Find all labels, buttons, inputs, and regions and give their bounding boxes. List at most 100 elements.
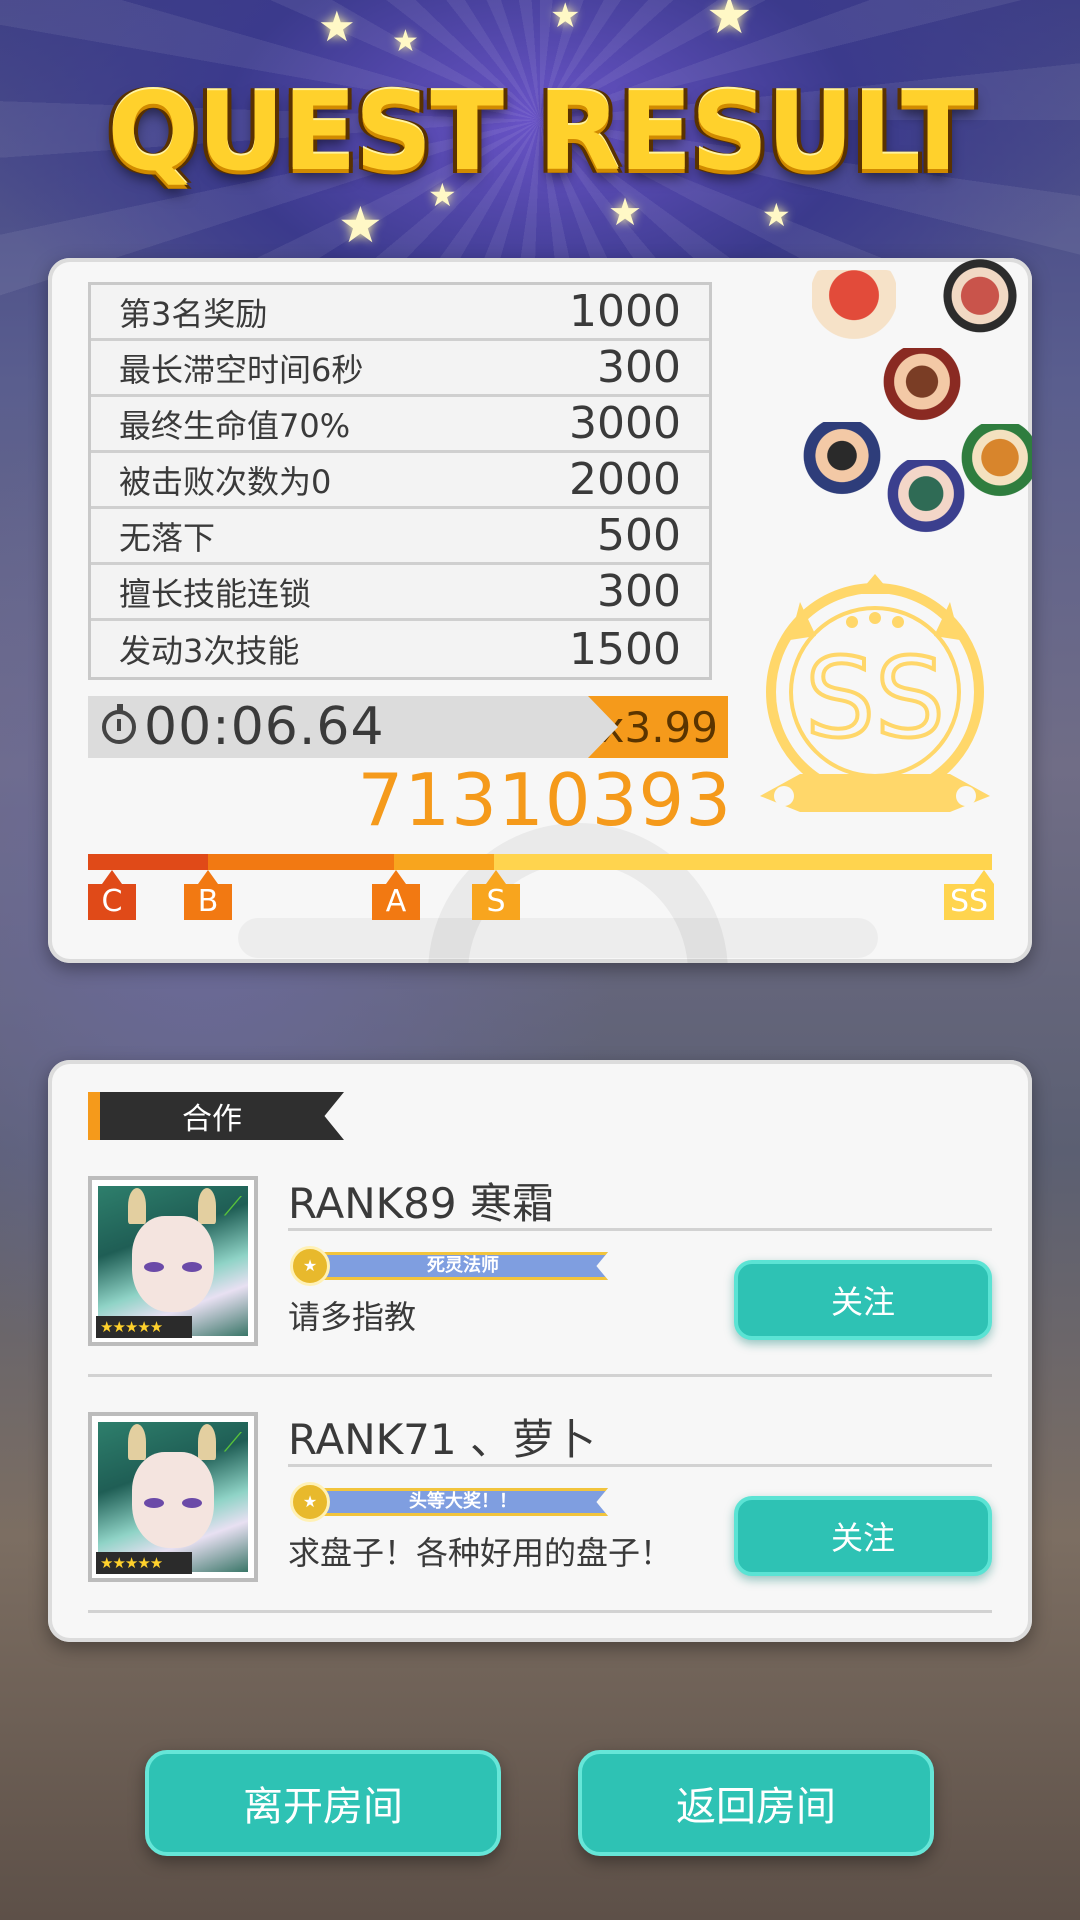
coop-section-header: 合作 <box>88 1092 344 1140</box>
bonus-label: 发动3次技能 <box>119 632 300 670</box>
star-icon: ★ <box>706 0 753 46</box>
bonus-row: 擅长技能连锁 300 <box>91 565 709 621</box>
eye-shape <box>144 1498 164 1508</box>
player-name: RANK71 、萝卜 <box>288 1415 596 1464</box>
section-accent <box>88 1092 100 1140</box>
badge-banner-dot <box>774 786 794 806</box>
result-panel: 第3名奖励 1000 最长滞空时间6秒 300 最终生命值70% 3000 被击败次数… <box>48 258 1032 963</box>
medal-icon: ★ <box>290 1482 330 1522</box>
bonus-label: 最终生命值70% <box>119 406 351 445</box>
star-icon: ★ <box>762 196 791 234</box>
mushroom-character-sprite <box>812 270 896 354</box>
player-divider <box>88 1610 992 1613</box>
bonus-row: 第3名奖励 1000 <box>91 285 709 341</box>
title-ribbon: 死灵法师 <box>318 1252 608 1280</box>
rank-mark-s: S <box>472 870 520 920</box>
eye-shape <box>144 1262 164 1272</box>
progress-segment-s <box>494 854 992 870</box>
bonus-value: 2000 <box>569 454 681 505</box>
name-underline <box>288 1228 992 1231</box>
horn-shape <box>198 1188 216 1224</box>
rank-mark-label: B <box>197 884 219 919</box>
rank-mark-ss: SS <box>944 870 995 920</box>
bonus-row: 发动3次技能 1500 <box>91 621 709 677</box>
star-icon: ★ <box>550 0 581 36</box>
player-message: 求盘子！各种好用的盘子！ <box>288 1534 673 1572</box>
bonus-value: 3000 <box>569 398 681 449</box>
avatar-portrait: ⟋ ★★★★★ <box>96 1186 248 1338</box>
section-title: 合作 <box>100 1092 344 1140</box>
badge-banner-dot <box>956 786 976 806</box>
rank-mark-label: S <box>486 884 506 919</box>
player-title-badge: 头等大奖！！ ★ <box>288 1482 608 1522</box>
rank-mark-b: B <box>184 870 232 920</box>
player-avatar[interactable]: ⟋ ★★★★★ <box>88 1176 258 1346</box>
bonus-label: 无落下 <box>119 518 216 557</box>
wolf-character-sprite <box>938 258 1022 342</box>
progress-segment-c <box>88 854 208 870</box>
horn-shape <box>198 1424 216 1460</box>
rarity-stars: ★★★★★ <box>96 1316 192 1338</box>
player-message: 请多指教 <box>288 1298 417 1336</box>
rarity-stars: ★★★★★ <box>96 1552 192 1574</box>
bonus-value: 500 <box>597 510 681 561</box>
coop-player-row: ⟋ ★★★★★ RANK89 寒霜 死灵法师 ★ 请多指教 关注 <box>88 1176 992 1406</box>
player-divider <box>88 1374 992 1377</box>
coop-panel: 合作 ⟋ ★★★★★ RANK89 寒霜 死灵法师 ★ 请多指教 关注 ⟋ ★★… <box>48 1060 1032 1642</box>
rank-progress-bar <box>88 854 992 870</box>
mage-character-sprite <box>884 460 968 544</box>
return-room-button[interactable]: 返回房间 <box>578 1750 934 1856</box>
rank-mark-label: SS <box>950 884 989 919</box>
badge-rank-text: SS <box>805 634 945 762</box>
player-avatar[interactable]: ⟋ ★★★★★ <box>88 1412 258 1582</box>
horn-shape <box>128 1424 146 1460</box>
avatar-portrait: ⟋ ★★★★★ <box>96 1422 248 1574</box>
bonus-label: 被击败次数为0 <box>119 462 332 501</box>
bonus-value: 1500 <box>569 623 681 675</box>
rank-mark-c: C <box>88 870 136 920</box>
eye-shape <box>182 1498 202 1508</box>
bonus-row: 无落下 500 <box>91 509 709 565</box>
leaf-icon: ⟋ <box>223 1428 242 1458</box>
bonus-value: 300 <box>597 342 681 393</box>
watermark-bar <box>238 918 878 958</box>
party-sprites <box>748 258 1032 558</box>
player-title-badge: 死灵法师 ★ <box>288 1246 608 1286</box>
leaf-icon: ⟋ <box>223 1192 242 1222</box>
follow-button[interactable]: 关注 <box>734 1496 992 1576</box>
leave-room-button[interactable]: 离开房间 <box>145 1750 501 1856</box>
fox-character-sprite <box>958 424 1032 508</box>
star-icon: ★ <box>608 190 643 234</box>
bonus-row: 最终生命值70% 3000 <box>91 397 709 453</box>
avatar-face <box>132 1216 214 1312</box>
bonus-row: 最长滞空时间6秒 300 <box>91 341 709 397</box>
warrior-character-sprite <box>880 348 964 432</box>
medal-icon: ★ <box>290 1246 330 1286</box>
title-ribbon: 头等大奖！！ <box>318 1488 608 1516</box>
progress-segment-a <box>394 854 494 870</box>
rank-mark-label: C <box>101 884 123 919</box>
gunner-character-sprite <box>800 422 884 506</box>
avatar-face <box>132 1452 214 1548</box>
eye-shape <box>182 1262 202 1272</box>
quest-result-title: QUEST RESULT <box>107 70 974 195</box>
bonus-label: 擅长技能连锁 <box>119 574 312 613</box>
rank-mark-a: A <box>372 870 420 920</box>
progress-segment-b <box>208 854 394 870</box>
badge-banner <box>760 774 990 812</box>
player-name: RANK89 寒霜 <box>288 1179 554 1228</box>
score-multiplier: x3.99 <box>588 696 728 758</box>
bonus-row: 被击败次数为0 2000 <box>91 453 709 509</box>
total-score: 71310393 <box>357 758 732 842</box>
badge-dot <box>869 612 881 624</box>
follow-button[interactable]: 关注 <box>734 1260 992 1340</box>
badge-dot <box>846 616 858 628</box>
badge-dot <box>892 616 904 628</box>
clear-time: 00:06.64 <box>144 697 385 757</box>
ss-rank-badge: SS <box>760 574 990 812</box>
star-icon: ★ <box>318 2 356 51</box>
clear-time-bar: 00:06.64 x3.99 <box>88 696 728 758</box>
horn-shape <box>128 1188 146 1224</box>
name-underline <box>288 1464 992 1467</box>
star-icon: ★ <box>392 24 419 59</box>
